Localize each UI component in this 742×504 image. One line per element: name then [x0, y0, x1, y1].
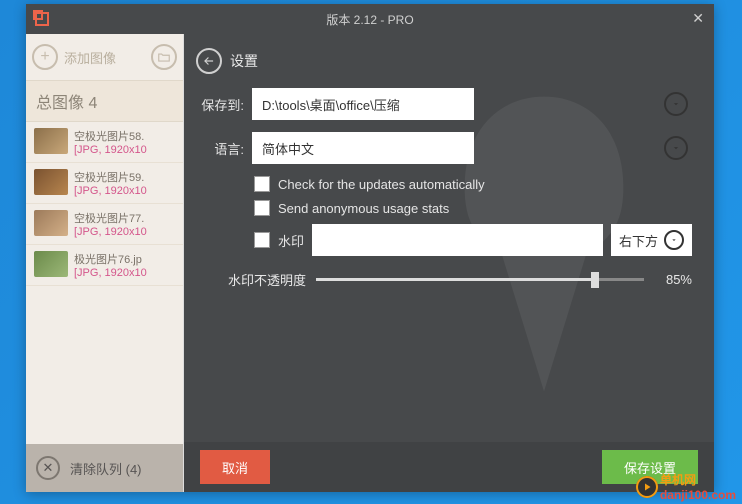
close-button[interactable]: ✕	[692, 10, 704, 27]
app-window: 版本 2.12 - PRO ✕ + 添加图像 总图像 4 空极光图片58. [J…	[26, 4, 714, 492]
file-name: 极光图片76.jp	[74, 251, 147, 267]
file-meta: [JPG, 1920x10	[74, 267, 147, 279]
chevron-down-icon	[664, 230, 684, 250]
list-item[interactable]: 空极光图片77. [JPG, 1920x10	[26, 204, 183, 245]
list-item[interactable]: 空极光图片58. [JPG, 1920x10	[26, 122, 183, 163]
opacity-label: 水印不透明度	[196, 270, 306, 289]
app-logo-icon	[35, 12, 49, 26]
title-bar: 版本 2.12 - PRO ✕	[26, 4, 714, 34]
thumbnail-icon	[34, 128, 68, 154]
file-list: 空极光图片58. [JPG, 1920x10 空极光图片59. [JPG, 19…	[26, 122, 183, 444]
thumbnail-icon	[34, 169, 68, 195]
settings-header: 设置	[196, 44, 692, 88]
slider-thumb[interactable]	[591, 272, 599, 288]
language-dropdown-button[interactable]	[664, 136, 688, 160]
file-meta: [JPG, 1920x10	[74, 185, 147, 197]
footer: 取消 保存设置	[184, 442, 714, 492]
settings-title: 设置	[230, 51, 258, 71]
save-to-label: 保存到:	[196, 95, 244, 114]
watermark-position-select[interactable]: 右下方	[611, 224, 692, 256]
total-images-label: 总图像 4	[26, 80, 183, 122]
clear-queue-label: 清除队列 (4)	[70, 459, 142, 478]
cancel-button[interactable]: 取消	[200, 450, 270, 484]
back-button[interactable]	[196, 48, 222, 74]
list-item[interactable]: 空极光图片59. [JPG, 1920x10	[26, 163, 183, 204]
add-image-button[interactable]: +	[32, 44, 58, 70]
sidebar: + 添加图像 总图像 4 空极光图片58. [JPG, 1920x10 空极光图…	[26, 34, 184, 492]
save-settings-button[interactable]: 保存设置	[602, 450, 698, 484]
file-name: 空极光图片59.	[74, 169, 147, 185]
watermark-checkbox[interactable]	[254, 232, 270, 248]
thumbnail-icon	[34, 251, 68, 277]
opacity-value: 85%	[654, 272, 692, 287]
file-name: 空极光图片58.	[74, 128, 147, 144]
watermark-label: 水印	[278, 231, 304, 250]
language-select[interactable]	[252, 132, 474, 164]
watermark-path-input[interactable]	[312, 224, 603, 256]
check-updates-label: Check for the updates automatically	[278, 177, 485, 192]
file-meta: [JPG, 1920x10	[74, 144, 147, 156]
clear-queue-button[interactable]: ✕ 清除队列 (4)	[26, 444, 183, 492]
add-image-row: + 添加图像	[26, 34, 183, 80]
window-title: 版本 2.12 - PRO	[326, 11, 413, 28]
send-stats-label: Send anonymous usage stats	[278, 201, 449, 216]
thumbnail-icon	[34, 210, 68, 236]
slider-fill	[316, 278, 595, 281]
add-image-label: 添加图像	[64, 48, 145, 67]
close-icon: ✕	[36, 456, 60, 480]
list-item[interactable]: 极光图片76.jp [JPG, 1920x10	[26, 245, 183, 286]
file-meta: [JPG, 1920x10	[74, 226, 147, 238]
settings-panel: 设置 保存到: 语言: Check for the updates auto	[184, 34, 714, 442]
file-name: 空极光图片77.	[74, 210, 147, 226]
check-updates-checkbox[interactable]	[254, 176, 270, 192]
watermark-position-value: 右下方	[619, 231, 658, 250]
send-stats-checkbox[interactable]	[254, 200, 270, 216]
add-folder-button[interactable]	[151, 44, 177, 70]
language-label: 语言:	[196, 139, 244, 158]
browse-folder-button[interactable]	[664, 92, 688, 116]
save-to-input[interactable]	[252, 88, 474, 120]
opacity-slider[interactable]	[316, 278, 644, 281]
